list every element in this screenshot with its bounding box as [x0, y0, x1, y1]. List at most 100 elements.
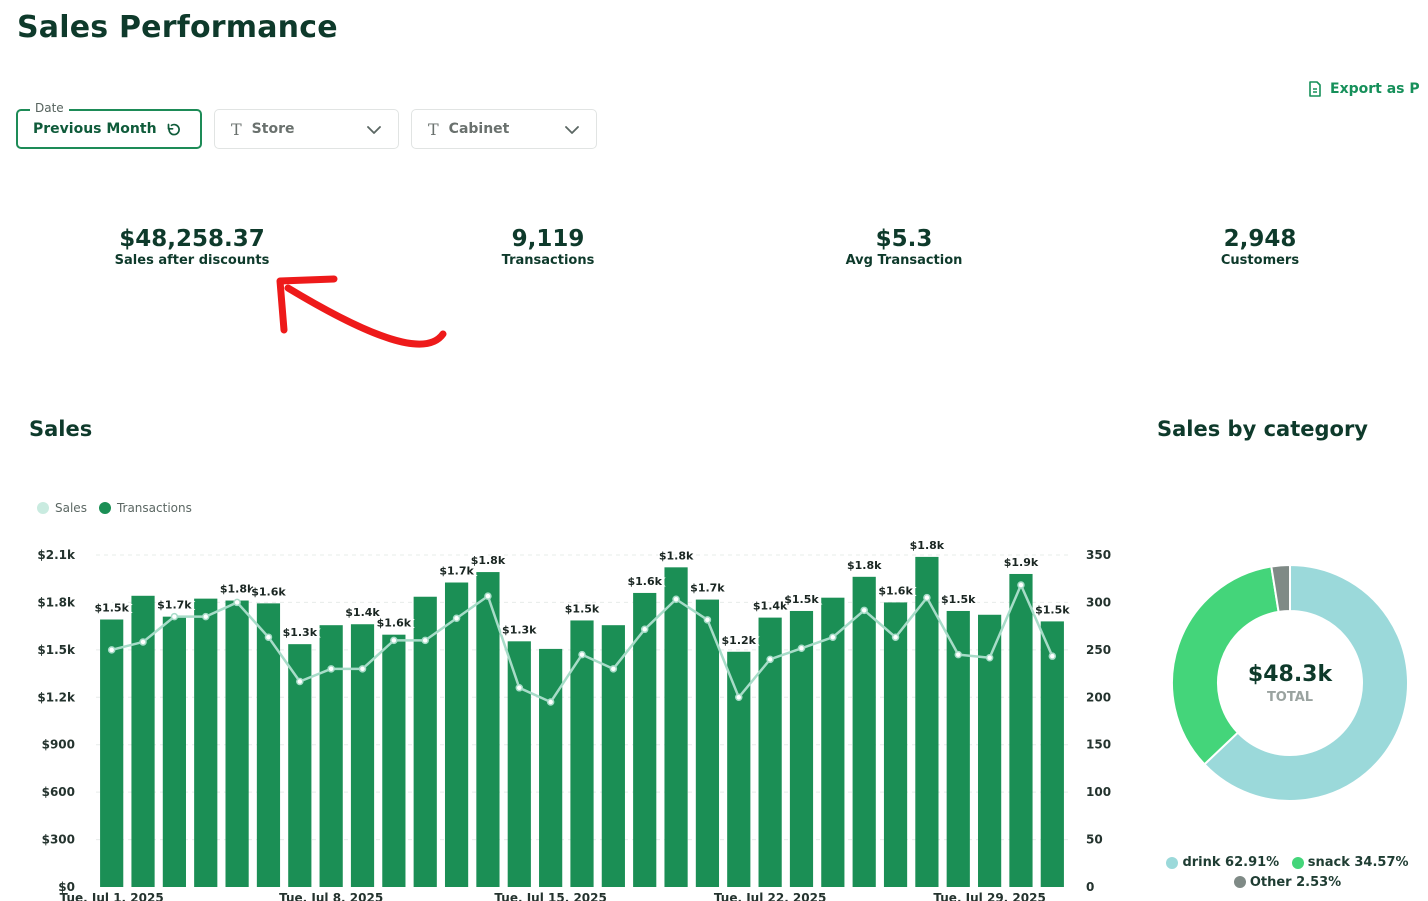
- sales-data-label: $1.8k: [847, 559, 882, 572]
- sales-point[interactable]: [390, 636, 398, 645]
- sales-point[interactable]: [452, 614, 461, 622]
- sales-point[interactable]: [797, 644, 806, 653]
- y-left-tick: $900: [42, 738, 75, 752]
- legend-item-snack[interactable]: snack 34.57%: [1291, 854, 1409, 871]
- sales-data-label: $1.8k: [471, 554, 506, 567]
- legend-item-sales[interactable]: Sales: [55, 501, 87, 515]
- transactions-bar[interactable]: [444, 582, 469, 887]
- sales-point[interactable]: [609, 665, 618, 673]
- sales-point[interactable]: [954, 650, 963, 659]
- sales-point[interactable]: [1048, 652, 1057, 660]
- kpi-avg-transaction: $5.3 Avg Transaction: [784, 226, 1024, 268]
- legend-item-transactions[interactable]: Transactions: [117, 501, 192, 515]
- sales-point[interactable]: [923, 593, 931, 602]
- sales-data-label: $1.2k: [722, 634, 757, 647]
- export-button[interactable]: Export as P: [1308, 81, 1420, 97]
- sales-point[interactable]: [985, 654, 994, 662]
- sales-data-label: $1.8k: [910, 540, 945, 552]
- transactions-bar[interactable]: [852, 576, 876, 887]
- transactions-bar[interactable]: [539, 648, 563, 887]
- legend-item-other[interactable]: Other 2.53%: [1233, 874, 1342, 891]
- category-section-title: Sales by category: [1157, 417, 1368, 441]
- donut-total-value: $48.3k: [1248, 662, 1334, 687]
- sales-point[interactable]: [421, 636, 429, 645]
- sales-point[interactable]: [766, 655, 774, 664]
- store-filter-placeholder: Store: [251, 121, 295, 137]
- transactions-bar[interactable]: [256, 603, 281, 887]
- transactions-bar[interactable]: [162, 616, 186, 887]
- transactions-bar[interactable]: [350, 624, 375, 887]
- y-right-tick: 300: [1086, 595, 1111, 609]
- transactions-bar[interactable]: [570, 620, 594, 887]
- transactions-bar[interactable]: [319, 625, 343, 887]
- sales-chart: $0$300$600$900$1.2k$1.5k$1.8k$2.1k050100…: [37, 540, 1111, 901]
- sales-point[interactable]: [358, 665, 367, 673]
- kpi-value: $48,258.37: [119, 226, 265, 252]
- sales-point[interactable]: [1017, 581, 1025, 589]
- y-left-tick: $1.8k: [37, 595, 76, 609]
- x-tick: Tue, Jul 15, 2025: [494, 891, 606, 901]
- kpi-value: 9,119: [511, 226, 585, 252]
- x-tick: Tue, Jul 8, 2025: [279, 891, 383, 901]
- sales-point[interactable]: [578, 650, 586, 659]
- document-icon: [1309, 81, 1321, 97]
- transactions-bar[interactable]: [382, 634, 406, 887]
- sales-point[interactable]: [640, 625, 649, 634]
- transactions-bar[interactable]: [883, 602, 908, 887]
- page-title: Sales Performance: [17, 10, 338, 45]
- transactions-bar[interactable]: [194, 598, 218, 887]
- sales-data-label: $1.8k: [220, 583, 255, 596]
- sales-point[interactable]: [264, 633, 273, 641]
- sales-point[interactable]: [515, 684, 524, 692]
- sales-point[interactable]: [201, 612, 210, 621]
- y-left-tick: $600: [42, 785, 75, 799]
- sales-point[interactable]: [296, 677, 304, 686]
- kpi-value: 2,948: [1223, 226, 1297, 252]
- transactions-bar[interactable]: [1009, 573, 1033, 887]
- transactions-bar[interactable]: [100, 619, 124, 887]
- y-left-tick: $1.5k: [37, 643, 76, 657]
- sales-point[interactable]: [327, 665, 335, 673]
- legend-swatch-drink: [1166, 856, 1179, 869]
- sales-point[interactable]: [107, 646, 116, 654]
- sales-point[interactable]: [891, 633, 900, 641]
- sales-data-label: $1.3k: [283, 626, 318, 639]
- chevron-down-icon: [367, 126, 381, 134]
- sales-data-label: $1.3k: [502, 623, 537, 636]
- sales-point[interactable]: [170, 612, 179, 621]
- store-filter[interactable]: T Store: [214, 109, 399, 149]
- transactions-bar[interactable]: [633, 592, 657, 887]
- sales-point[interactable]: [139, 638, 147, 646]
- y-left-tick: $1.2k: [37, 690, 76, 704]
- legend-label-drink: drink 62.91%: [1182, 855, 1280, 870]
- annotation-arrow: [276, 275, 447, 348]
- sales-data-label: $1.7k: [439, 565, 474, 578]
- sales-point[interactable]: [672, 595, 680, 604]
- legend-item-drink[interactable]: drink 62.91%: [1166, 854, 1279, 871]
- sales-data-label: $1.7k: [690, 582, 725, 595]
- transactions-bar[interactable]: [507, 641, 531, 887]
- chevron-down-icon: [565, 126, 579, 134]
- legend-label-other: Other 2.53%: [1249, 874, 1342, 890]
- donut-total-label: TOTAL: [1267, 690, 1313, 705]
- reset-icon[interactable]: [166, 122, 182, 138]
- category-legend: drink 62.91% snack 34.57% Other 2.53%: [1160, 854, 1415, 893]
- text-type-icon: T: [428, 119, 439, 139]
- sales-point[interactable]: [829, 633, 837, 641]
- sales-data-label: $1.6k: [878, 584, 913, 597]
- sales-point[interactable]: [233, 598, 241, 607]
- date-filter[interactable]: Date Previous Month: [16, 101, 202, 149]
- sales-data-label: $1.8k: [659, 549, 694, 562]
- sales-point[interactable]: [735, 693, 743, 702]
- sales-point[interactable]: [546, 698, 555, 706]
- sales-data-label: $1.5k: [784, 593, 819, 606]
- sales-point[interactable]: [860, 606, 868, 615]
- transactions-bar[interactable]: [664, 567, 688, 887]
- sales-point[interactable]: [703, 616, 712, 624]
- transactions-bar[interactable]: [225, 600, 249, 887]
- x-tick: Tue, Jul 1, 2025: [60, 891, 164, 901]
- sales-point[interactable]: [484, 592, 492, 600]
- cabinet-filter[interactable]: T Cabinet: [411, 109, 597, 149]
- transactions-bar[interactable]: [1040, 621, 1064, 887]
- y-right-tick: 200: [1086, 690, 1111, 704]
